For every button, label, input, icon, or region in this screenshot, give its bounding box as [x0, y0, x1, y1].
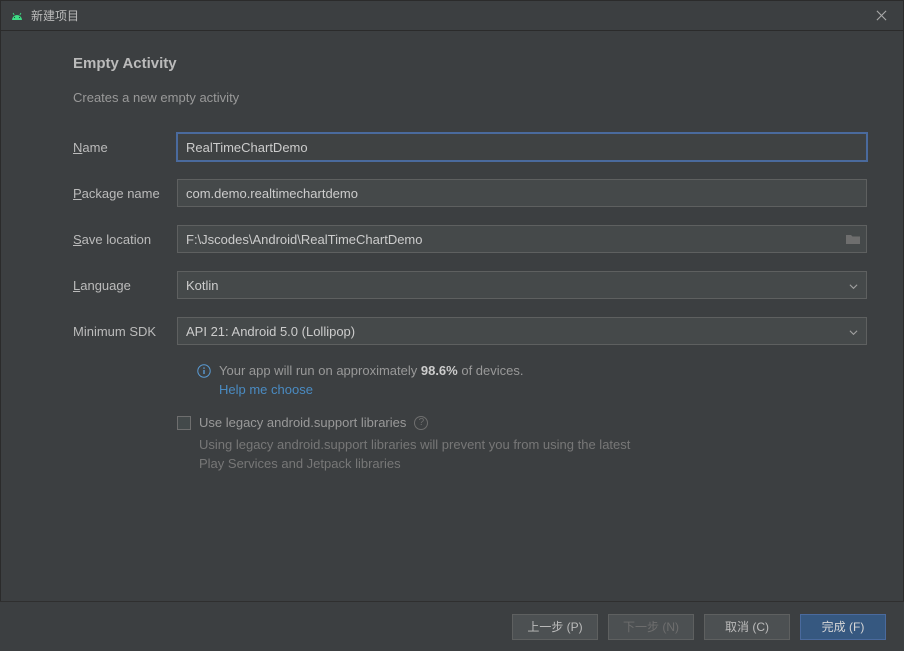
android-icon [9, 8, 25, 24]
title-bar: 新建项目 [1, 1, 903, 31]
next-button: 下一步 (N) [608, 614, 694, 640]
name-input[interactable] [177, 133, 867, 161]
use-legacy-description: Using legacy android.support libraries w… [199, 436, 659, 474]
language-value: Kotlin [186, 278, 219, 293]
page-title: Empty Activity [73, 55, 867, 72]
package-name-label: Package name [73, 186, 177, 201]
help-me-choose-link[interactable]: Help me choose [219, 382, 867, 397]
name-label: Name [73, 140, 177, 155]
window-title: 新建项目 [31, 7, 79, 24]
legacy-help-icon[interactable]: ? [414, 416, 428, 430]
minimum-sdk-select[interactable]: API 21: Android 5.0 (Lollipop) [177, 317, 867, 345]
close-icon [876, 10, 887, 21]
save-location-input[interactable] [177, 225, 867, 253]
sdk-info: Your app will run on approximately 98.6%… [197, 363, 867, 397]
sdk-info-text: Your app will run on approximately 98.6%… [219, 363, 524, 378]
save-location-label: Save location [73, 232, 177, 247]
language-select[interactable]: Kotlin [177, 271, 867, 299]
finish-button[interactable]: 完成 (F) [800, 614, 886, 640]
minimum-sdk-label: Minimum SDK [73, 324, 177, 339]
chevron-down-icon [849, 324, 858, 339]
previous-button[interactable]: 上一步 (P) [512, 614, 598, 640]
language-label: Language [73, 278, 177, 293]
chevron-down-icon [849, 278, 858, 293]
browse-folder-button[interactable] [845, 232, 861, 246]
folder-icon [845, 232, 861, 246]
package-name-input[interactable] [177, 179, 867, 207]
info-icon [197, 364, 211, 378]
page-subtitle: Creates a new empty activity [73, 90, 867, 105]
use-legacy-label: Use legacy android.support libraries [199, 415, 406, 430]
footer-bar: 上一步 (P) 下一步 (N) 取消 (C) 完成 (F) [0, 601, 904, 651]
content-area: Empty Activity Creates a new empty activ… [1, 31, 903, 474]
minimum-sdk-value: API 21: Android 5.0 (Lollipop) [186, 324, 355, 339]
close-button[interactable] [867, 2, 895, 30]
use-legacy-checkbox[interactable] [177, 416, 191, 430]
cancel-button[interactable]: 取消 (C) [704, 614, 790, 640]
